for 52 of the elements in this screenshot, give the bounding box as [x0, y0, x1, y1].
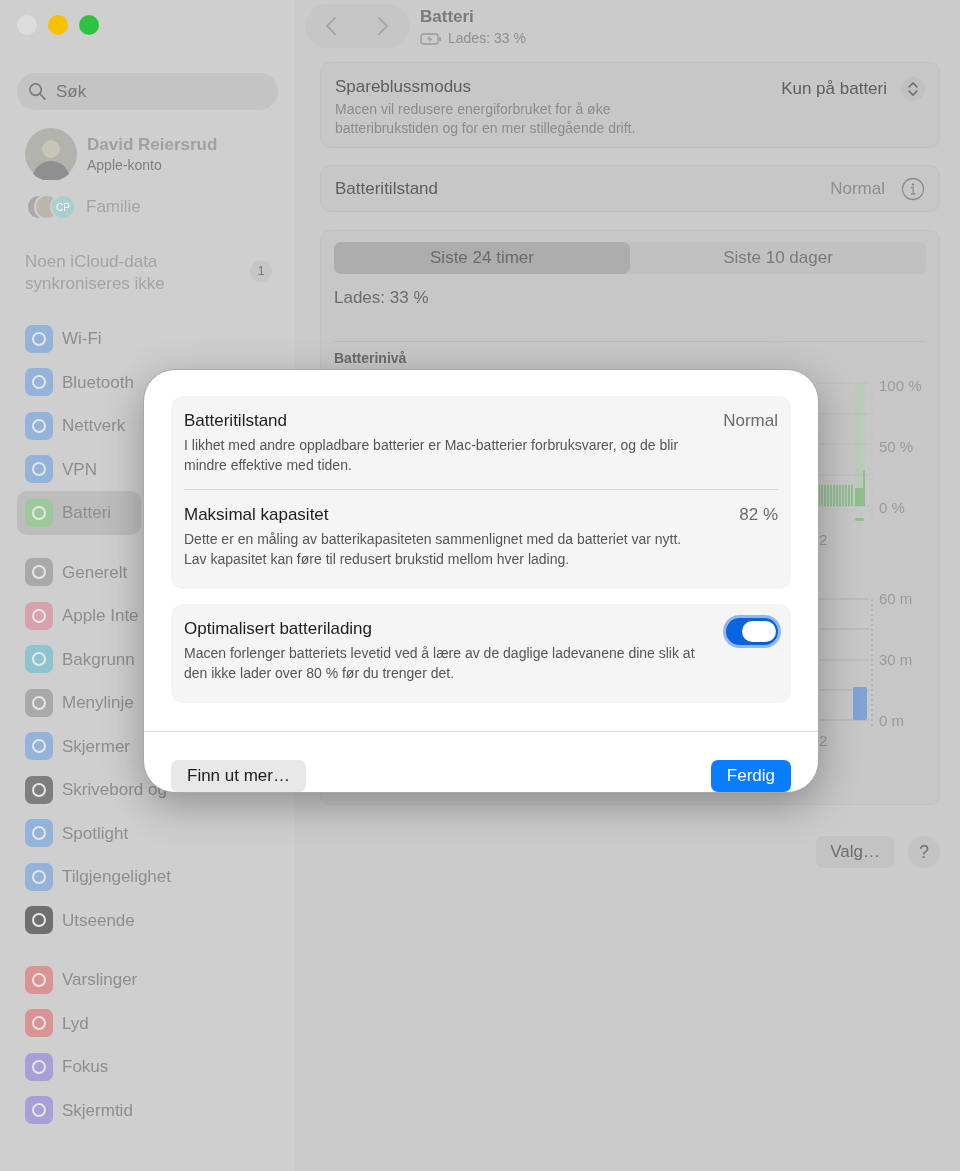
row-description: Dette er en måling av batterikapasiteten sammenlignet med da batteriet var nytt. Lav kapasitet kan føre til redusert brukstid mellom hver lading. — [184, 530, 683, 569]
battery-charging-icon — [420, 32, 442, 45]
zoom-button[interactable] — [79, 15, 99, 35]
sidebar-item[interactable]: Lyd — [17, 1001, 141, 1045]
sidebar-item[interactable]: Varslinger — [17, 958, 144, 1002]
mode-popup-button[interactable]: Kun på batteri — [781, 76, 925, 102]
search-icon — [28, 82, 47, 101]
done-button[interactable]: Ferdig — [710, 760, 791, 792]
sidebar-item[interactable]: Nettverk — [17, 404, 141, 448]
row-title: Optimalisert batterilading — [184, 618, 374, 640]
chevron-left-icon — [325, 16, 337, 36]
row-value: 82 % — [739, 504, 778, 526]
setting-value: Normal — [830, 177, 885, 200]
setting-description: Macen vil redusere energiforbruket for å øke batteribrukstiden og for en mer stillegående drift. — [335, 100, 637, 138]
row-value: Normal — [723, 410, 778, 432]
row-description: Macen forlenger batteriets levetid ved å lære av de daglige ladevanene dine slik at den ikke lader over 80 % før du trenger det. — [184, 644, 696, 683]
sidebar-item[interactable]: Fokus — [17, 1045, 141, 1089]
sidebar-item[interactable]: Skjermtid — [17, 1088, 141, 1132]
minimize-button[interactable] — [48, 15, 68, 35]
learn-more-button[interactable]: Finn ut mer… — [171, 760, 306, 792]
sidebar-item[interactable]: Wi-Fi — [17, 317, 141, 361]
setting-title: Batteritilstand — [335, 177, 438, 200]
window-title: Batteri — [420, 6, 475, 28]
sidebar-item[interactable]: Skjermer — [17, 724, 141, 768]
row-title: Maksimal kapasitet — [184, 504, 330, 526]
help-button[interactable]: ? — [908, 836, 940, 868]
options-button[interactable]: Valg… — [816, 836, 894, 868]
period-tab[interactable]: Siste 24 timer — [334, 242, 630, 274]
toggle-switch[interactable] — [726, 618, 778, 645]
row-title: Batteritilstand — [184, 410, 288, 432]
family-avatars: CP — [26, 194, 76, 220]
setting-title: Spareblussmodus — [335, 76, 473, 98]
sidebar-item[interactable]: Bluetooth — [17, 360, 141, 404]
info-icon[interactable] — [901, 176, 925, 201]
row-description: I likhet med andre oppladbare batterier er Mac-batterier forbruksvarer, og de blir mindre effektive med tiden. — [184, 436, 680, 475]
sidebar-item[interactable]: Menylinje — [17, 681, 141, 725]
account-subtitle: Apple-konto — [87, 156, 163, 174]
sidebar-item[interactable]: Utseende — [17, 898, 141, 942]
window-subtitle: Lades: 33 % — [448, 29, 526, 48]
sidebar-item[interactable]: Generelt — [17, 550, 141, 594]
sidebar-item[interactable]: Apple Inte — [17, 594, 145, 638]
charge-status: Lades: 33 % — [334, 287, 430, 309]
avatar — [25, 128, 77, 180]
search-field[interactable]: Søk — [17, 73, 278, 110]
sidebar-item[interactable]: Bakgrunn — [17, 637, 141, 681]
sidebar-item[interactable]: Tilgjengelighet — [17, 855, 177, 899]
up-down-chevron-icon — [901, 77, 925, 101]
chevron-right-icon — [377, 16, 389, 36]
count-badge: 1 — [250, 259, 272, 282]
sidebar-item[interactable]: VPN — [17, 447, 141, 491]
chart-heading: Batterinivå — [334, 350, 407, 367]
sidebar-item[interactable]: Spotlight — [17, 811, 141, 855]
